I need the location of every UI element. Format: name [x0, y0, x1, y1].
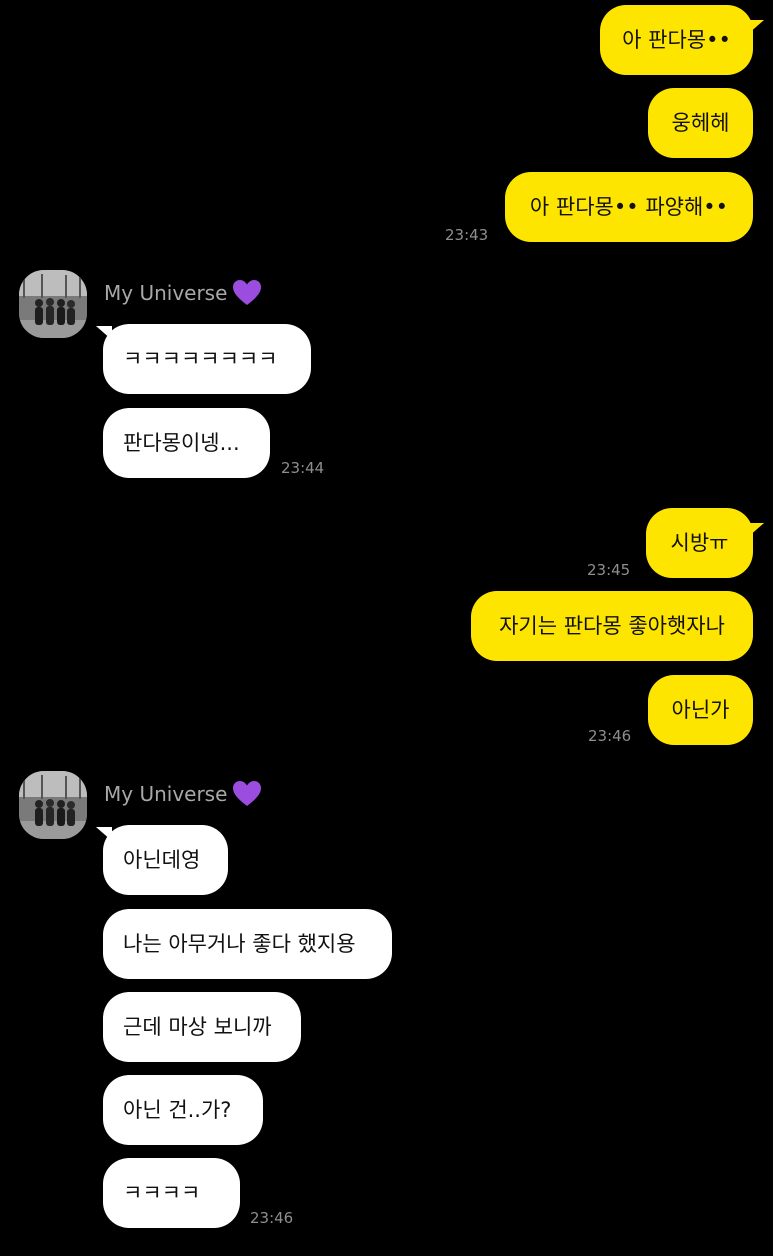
- incoming-message[interactable]: 아닌데영: [103, 825, 228, 895]
- incoming-message[interactable]: 나는 아무거나 좋다 했지용: [103, 909, 392, 979]
- outgoing-message[interactable]: 아 판다몽•• 파양해••: [505, 172, 753, 242]
- outgoing-message[interactable]: 아닌가: [648, 675, 753, 745]
- message-timestamp: 23:43: [445, 226, 489, 244]
- sender-avatar[interactable]: [19, 771, 87, 839]
- purple-heart-icon: [233, 280, 261, 305]
- message-text: 나는 아무거나 좋다 했지용: [123, 932, 356, 956]
- group-photo-avatar: [19, 771, 87, 839]
- outgoing-message[interactable]: 자기는 판다몽 좋아햇자나: [471, 591, 753, 661]
- message-text: ㅋㅋㅋㅋ: [123, 1181, 201, 1205]
- bubble-tail: [96, 827, 112, 841]
- incoming-message[interactable]: ㅋㅋㅋㅋ: [103, 1158, 240, 1228]
- message-text: 아닌데영: [123, 848, 201, 872]
- outgoing-message[interactable]: 시방ㅠ: [646, 508, 753, 578]
- message-timestamp: 23:46: [250, 1209, 294, 1227]
- bubble-tail: [748, 523, 764, 537]
- message-text: 아닌가: [671, 698, 730, 722]
- incoming-message[interactable]: 근데 마상 보니까: [103, 992, 301, 1062]
- message-timestamp: 23:46: [588, 727, 632, 745]
- message-text: 아 판다몽••: [622, 28, 731, 52]
- outgoing-message[interactable]: 웅헤헤: [648, 88, 753, 158]
- bubble-tail: [96, 326, 112, 340]
- message-text: 아닌 건..가?: [123, 1098, 232, 1122]
- message-text: 시방ㅠ: [670, 531, 729, 555]
- message-timestamp: 23:44: [281, 459, 325, 477]
- sender-name: My Universe: [104, 782, 228, 806]
- message-text: 자기는 판다몽 좋아햇자나: [499, 614, 725, 638]
- incoming-message[interactable]: 판다몽이넹...: [103, 408, 270, 478]
- message-text: 판다몽이넹...: [123, 431, 240, 455]
- sender-name: My Universe: [104, 281, 228, 305]
- outgoing-message[interactable]: 아 판다몽••: [600, 5, 753, 75]
- message-timestamp: 23:45: [587, 561, 631, 579]
- incoming-message[interactable]: 아닌 건..가?: [103, 1075, 263, 1145]
- bubble-tail: [748, 20, 764, 34]
- incoming-message[interactable]: ㅋㅋㅋㅋㅋㅋㅋㅋ: [103, 324, 311, 394]
- purple-heart-icon: [233, 781, 261, 806]
- sender-avatar[interactable]: [19, 270, 87, 338]
- message-text: 웅헤헤: [671, 111, 730, 135]
- group-photo-avatar: [19, 270, 87, 338]
- message-text: ㅋㅋㅋㅋㅋㅋㅋㅋ: [123, 347, 278, 371]
- message-text: 아 판다몽•• 파양해••: [529, 195, 729, 219]
- message-text: 근데 마상 보니까: [123, 1015, 272, 1039]
